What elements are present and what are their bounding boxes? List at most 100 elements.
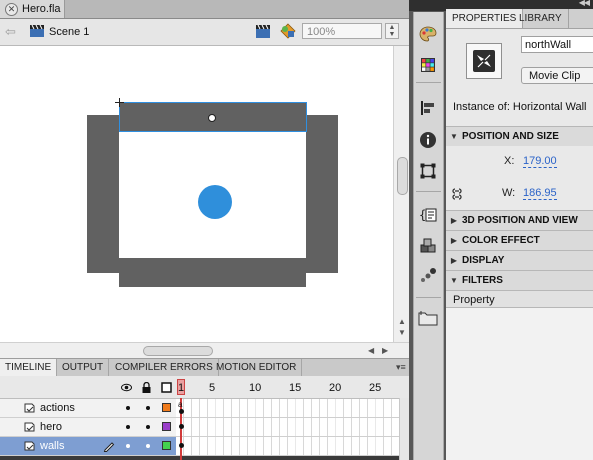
horizontal-scroll-thumb[interactable] (143, 346, 213, 356)
tool-separator (416, 82, 441, 83)
tab-output[interactable]: OUTPUT (57, 359, 110, 376)
zoom-stepper[interactable]: ▲ ▼ (385, 23, 399, 39)
project-folder-icon[interactable] (418, 308, 438, 328)
section-title: POSITION AND SIZE (462, 131, 559, 142)
scroll-up-icon[interactable]: ▲ (398, 317, 406, 326)
instance-name-field[interactable]: northWall (521, 36, 593, 53)
stage-horizontal-scrollbar[interactable]: ◀ ▶ (0, 342, 409, 358)
zoom-up-icon[interactable]: ▲ (386, 24, 398, 31)
section-title: COLOR EFFECT (462, 235, 540, 246)
info-icon[interactable] (418, 130, 438, 150)
layer-row-walls[interactable]: walls (0, 437, 409, 456)
edit-bar: ⇦ Scene 1 100% ▲ ▼ (0, 19, 409, 46)
south-wall[interactable] (119, 258, 306, 287)
hero-ball[interactable] (198, 185, 232, 219)
tab-compiler-errors[interactable]: COMPILER ERRORS (110, 359, 219, 376)
symbol-type-dropdown[interactable]: Movie Clip (521, 67, 593, 84)
section-display[interactable]: ▶ DISPLAY (446, 250, 593, 270)
layer-row-hero[interactable]: hero (0, 418, 409, 437)
keyframe[interactable] (179, 409, 184, 414)
stage-area[interactable] (0, 46, 409, 343)
section-filters[interactable]: ▼ FILTERS (446, 270, 593, 290)
vertical-scroll-thumb[interactable] (397, 157, 408, 195)
filters-property-column-header: Property (446, 290, 593, 308)
collapsed-triangle-icon: ▶ (450, 256, 458, 265)
instance-of-label[interactable]: Instance of: Horizontal Wall (453, 101, 586, 113)
lock-proportions-link-icon[interactable] (452, 187, 466, 201)
layer-row-actions[interactable]: actions a (0, 399, 409, 418)
transformation-point-icon[interactable] (208, 114, 216, 122)
edit-scene-icon[interactable] (256, 24, 270, 38)
tool-separator (416, 191, 441, 192)
frames-track[interactable] (176, 418, 409, 436)
panel-collapse-bar[interactable]: ◀◀ (446, 0, 593, 9)
layer-color-swatch[interactable] (162, 422, 171, 431)
back-arrow-icon[interactable]: ⇦ (5, 24, 16, 40)
layer-name-cell[interactable]: actions (0, 399, 176, 417)
layer-page-icon (24, 403, 35, 413)
collapse-arrows-icon[interactable]: ◀◀ (579, 0, 590, 7)
lock-dot[interactable] (146, 425, 150, 429)
filters-list[interactable] (446, 299, 593, 460)
collapsed-triangle-icon: ▶ (450, 216, 458, 225)
layer-name-cell[interactable]: walls (0, 437, 176, 455)
document-tab-hero[interactable]: ✕ Hero.fla (0, 0, 65, 18)
tab-motion-editor[interactable]: MOTION EDITOR (211, 359, 303, 376)
flash-ide-window: ✕ Hero.fla ⇦ Scene 1 100% ▲ ▼ ▲ ▼ ◀ ▶ TI… (0, 0, 593, 460)
east-wall[interactable] (306, 115, 338, 273)
motion-presets-icon[interactable] (418, 265, 438, 285)
components-icon[interactable] (418, 236, 438, 256)
visibility-dot[interactable] (126, 444, 130, 448)
tab-properties[interactable]: PROPERTIES (446, 9, 524, 28)
color-palette-icon[interactable] (418, 24, 438, 44)
frame-number-20: 20 (329, 382, 342, 394)
transform-icon[interactable] (418, 161, 438, 181)
swatches-grid-icon[interactable] (418, 55, 438, 75)
section-position-and-size[interactable]: ▼ POSITION AND SIZE (446, 126, 593, 146)
panel-menu-icon[interactable]: ▾≡ (396, 362, 406, 373)
frames-track[interactable] (176, 399, 409, 417)
frames-track[interactable] (176, 437, 409, 455)
section-title: FILTERS (462, 275, 503, 286)
pencil-icon (103, 442, 115, 452)
lock-dot[interactable] (146, 406, 150, 410)
code-snippets-icon[interactable]: { (418, 205, 438, 225)
stage-vertical-scrollbar[interactable]: ▲ ▼ (393, 46, 410, 343)
visibility-dot[interactable] (126, 406, 130, 410)
layer-color-swatch[interactable] (162, 441, 171, 450)
w-value[interactable]: 186.95 (523, 187, 557, 200)
layer-label: hero (40, 421, 63, 433)
zoom-down-icon[interactable]: ▼ (386, 31, 398, 38)
layer-color-swatch[interactable] (162, 403, 171, 412)
x-value[interactable]: 179.00 (523, 155, 557, 168)
frame-number-25: 25 (369, 382, 382, 394)
lock-dot[interactable] (146, 444, 150, 448)
section-3d-position-and-view[interactable]: ▶ 3D POSITION AND VIEW (446, 210, 593, 230)
west-wall[interactable] (87, 115, 119, 273)
lock-icon[interactable] (141, 382, 152, 393)
scroll-left-icon[interactable]: ◀ (368, 346, 374, 355)
scroll-down-icon[interactable]: ▼ (398, 328, 406, 337)
show-hide-eye-icon[interactable] (121, 382, 132, 393)
tool-separator (416, 297, 441, 298)
layer-name-cell[interactable]: hero (0, 418, 176, 436)
properties-panel-tabs: PROPERTIES LIBRARY (446, 9, 593, 29)
section-color-effect[interactable]: ▶ COLOR EFFECT (446, 230, 593, 250)
outline-icon[interactable] (161, 382, 172, 393)
document-tab-bar: ✕ Hero.fla (0, 0, 409, 19)
expanded-triangle-icon: ▼ (450, 132, 458, 141)
scroll-right-icon[interactable]: ▶ (382, 346, 388, 355)
zoom-field[interactable]: 100% (302, 23, 382, 39)
tools-panel-body: { (413, 12, 444, 460)
tools-panel-grip[interactable] (409, 0, 446, 11)
layer-page-icon (24, 441, 35, 451)
w-label: W: (502, 187, 516, 199)
tab-library[interactable]: LIBRARY (513, 9, 569, 28)
visibility-dot[interactable] (126, 425, 130, 429)
tab-timeline[interactable]: TIMELINE (0, 359, 58, 376)
align-icon[interactable] (418, 98, 438, 118)
edit-symbols-icon[interactable] (280, 23, 296, 39)
keyframe[interactable] (179, 443, 184, 448)
keyframe[interactable] (179, 424, 184, 429)
close-tab-icon[interactable]: ✕ (5, 2, 18, 16)
